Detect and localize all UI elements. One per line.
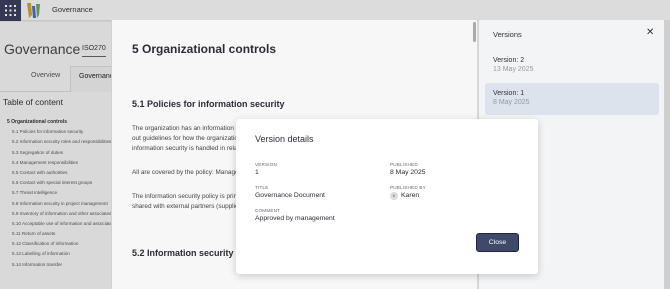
version-date: 13 May 2025 bbox=[493, 66, 534, 73]
title-value: Governance Document bbox=[255, 192, 325, 199]
version-name: Version: 2 bbox=[493, 57, 525, 64]
version-date: 8 May 2025 bbox=[493, 99, 530, 106]
section-heading: 5.1 Policies for information security bbox=[132, 99, 285, 109]
title-label: TITLE bbox=[255, 185, 269, 190]
version-item-selected[interactable]: Version: 1 8 May 2025 bbox=[485, 83, 659, 115]
version-label: VERSION bbox=[255, 162, 278, 167]
version-value: 1 bbox=[255, 169, 259, 176]
avatar: K bbox=[390, 192, 398, 200]
version-details-dialog: Version details VERSION 1 PUBLISHED 8 Ma… bbox=[236, 119, 538, 274]
document-heading: 5 Organizational controls bbox=[132, 42, 277, 56]
comment-value: Approved by management bbox=[255, 215, 335, 222]
comment-label: COMMENT bbox=[255, 208, 281, 213]
published-label: PUBLISHED bbox=[390, 162, 418, 167]
versions-title: Versions bbox=[493, 30, 522, 39]
version-item[interactable]: Version: 2 13 May 2025 bbox=[485, 50, 659, 82]
published-by-value: Karen bbox=[401, 192, 420, 199]
published-value: 8 May 2025 bbox=[390, 169, 426, 176]
version-name: Version: 1 bbox=[493, 90, 525, 97]
close-icon[interactable]: ✕ bbox=[646, 28, 654, 38]
dialog-title: Version details bbox=[255, 134, 314, 144]
scrollbar[interactable] bbox=[473, 22, 476, 42]
published-by-label: PUBLISHED BY bbox=[390, 185, 426, 190]
close-button[interactable]: Close bbox=[476, 233, 519, 252]
right-edge bbox=[664, 20, 670, 289]
